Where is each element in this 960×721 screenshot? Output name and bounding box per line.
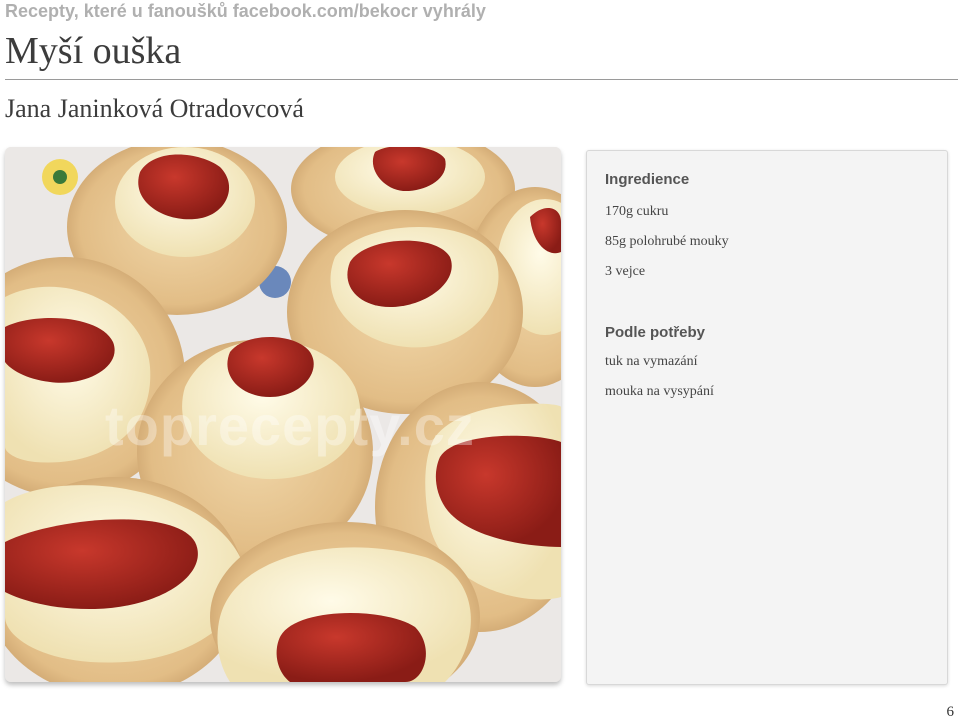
recipe-photo: toprecepty.cz bbox=[5, 147, 561, 682]
recipe-author: Jana Janinková Otradovcová bbox=[5, 94, 304, 123]
ingredient-item: 3 vejce bbox=[605, 264, 646, 279]
ingredient-item: 85g polohrubé mouky bbox=[605, 234, 729, 249]
ingredient-item: tuk na vymazání bbox=[605, 354, 698, 369]
ingredient-item: 170g cukru bbox=[605, 204, 669, 219]
section-title-ingredients: Ingredience bbox=[605, 171, 690, 188]
recipe-title: Myší ouška bbox=[5, 30, 182, 72]
section-title-as-needed: Podle potřeby bbox=[605, 324, 706, 341]
page-number: 6 bbox=[946, 704, 955, 720]
ingredient-item: mouka na vysypání bbox=[605, 384, 714, 399]
ingredients-card: Ingredience 170g cukru 85g polohrubé mou… bbox=[586, 150, 948, 685]
photo-watermark: toprecepty.cz bbox=[105, 394, 475, 457]
source-header: Recepty, které u fanoušků facebook.com/b… bbox=[5, 1, 486, 21]
title-divider bbox=[5, 79, 958, 80]
